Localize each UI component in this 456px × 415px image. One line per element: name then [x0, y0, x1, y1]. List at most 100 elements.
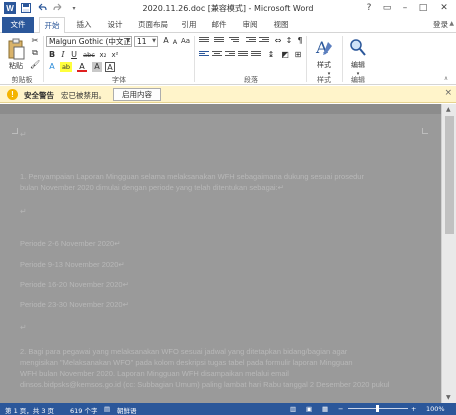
security-warning-bar: ! 安全警告 宏已被禁用。 启用内容 × — [0, 86, 456, 103]
group-paragraph: 段落 — [244, 76, 258, 84]
underline-icon[interactable]: U — [69, 50, 79, 60]
tab-mailings[interactable]: 邮件 — [208, 17, 230, 33]
read-mode-icon[interactable]: ▥ — [290, 405, 296, 413]
align-left-icon[interactable] — [199, 51, 209, 60]
web-layout-icon[interactable]: ▦ — [322, 405, 328, 413]
group-editing: 编辑 — [351, 76, 365, 84]
security-warning-title: 安全警告 — [24, 91, 54, 100]
zoom-in-icon[interactable]: + — [411, 405, 416, 413]
scroll-thumb[interactable] — [445, 116, 454, 234]
shading-icon[interactable]: ◩ — [280, 50, 290, 60]
font-name-value: Malgun Gothic (中文正 — [49, 37, 131, 46]
zoom-out-icon[interactable]: − — [338, 405, 343, 413]
separator — [43, 36, 44, 82]
warning-icon: ! — [7, 89, 18, 100]
numbering-icon[interactable] — [214, 37, 224, 46]
format-painter-icon[interactable]: 🖌 — [30, 60, 40, 70]
paragraph-mark: ↵ — [20, 207, 27, 216]
zoom-level[interactable]: 100% — [426, 405, 445, 413]
tab-design[interactable]: 设计 — [104, 17, 126, 33]
multilevel-list-icon[interactable] — [229, 37, 239, 46]
line-spacing-icon[interactable]: ↨ — [266, 50, 276, 60]
chevron-down-icon: ▼ — [126, 38, 130, 44]
borders-icon[interactable]: ⊞ — [293, 50, 303, 60]
document-line: dinsos.bidpsks@kemsos.go.id (cc: Subbagi… — [20, 380, 390, 389]
document-line: 2. Bagi para pegawai yang melaksanakan W… — [20, 347, 348, 356]
tab-references[interactable]: 引用 — [178, 17, 200, 33]
help-button[interactable]: ? — [360, 0, 378, 16]
font-size-value: 11 — [137, 37, 147, 46]
margin-mark — [12, 128, 18, 134]
document-page[interactable]: ↵ 1. Penyampaian Laporan Mingguan selama … — [0, 114, 441, 403]
word-count[interactable]: 619 个字 — [70, 405, 97, 415]
zoom-slider-thumb[interactable] — [376, 405, 379, 412]
separator — [306, 36, 307, 82]
close-button[interactable]: ✕ — [432, 0, 456, 16]
document-area: ↵ 1. Penyampaian Laporan Mingguan selama … — [0, 104, 456, 403]
minimize-button[interactable]: – — [396, 0, 414, 16]
paragraph-mark: ↵ — [20, 130, 27, 139]
tab-file[interactable]: 文件 — [2, 17, 34, 33]
vertical-scrollbar[interactable]: ▲ ▼ — [441, 104, 456, 403]
document-line: WFH bulan November 2020. Laporan Minggua… — [20, 369, 289, 378]
document-line: mengisikan "Melaksanakan WFO" pada kolom… — [20, 358, 353, 367]
character-shading-icon[interactable]: A — [92, 62, 102, 72]
maximize-button[interactable]: □ — [414, 0, 432, 16]
document-line: 1. Penyampaian Laporan Mingguan selama m… — [20, 172, 364, 181]
collapse-ribbon-caret-icon[interactable]: ∧ — [441, 74, 451, 84]
scroll-down-icon[interactable]: ▼ — [446, 394, 451, 401]
font-color-icon[interactable]: A — [77, 62, 87, 72]
tab-home[interactable]: 开始 — [39, 17, 65, 34]
document-line: Periode 16-20 November 2020↵ — [20, 280, 129, 289]
find-replace-icon[interactable] — [347, 36, 369, 60]
close-icon[interactable]: × — [444, 88, 452, 98]
justify-icon[interactable] — [238, 51, 248, 60]
superscript-icon[interactable]: x² — [110, 50, 120, 60]
italic-icon[interactable]: I — [58, 50, 68, 60]
bullets-icon[interactable] — [199, 37, 209, 46]
enable-content-button[interactable]: 启用内容 — [113, 88, 161, 101]
decrease-indent-icon[interactable] — [246, 37, 256, 46]
tab-page-layout[interactable]: 页面布局 — [135, 17, 171, 33]
sign-in-link[interactable]: 登录 — [433, 19, 448, 30]
document-line: Periode 9-13 November 2020↵ — [20, 260, 125, 269]
cut-icon[interactable]: ✂ — [30, 36, 40, 46]
tab-review[interactable]: 审阅 — [239, 17, 261, 33]
window-controls: ? ▭ – □ ✕ — [360, 0, 456, 16]
sort-icon[interactable]: ↕ — [284, 36, 294, 46]
tab-insert[interactable]: 插入 — [73, 17, 95, 33]
page-count[interactable]: 第 1 页，共 3 页 — [5, 405, 54, 415]
font-size-box[interactable]: 11 ▼ — [134, 36, 158, 47]
status-bar: 第 1 页，共 3 页 619 个字 ▤ 朝鲜语 ▥ ▣ ▦ − + 100% — [0, 403, 456, 415]
paste-button[interactable] — [6, 36, 26, 62]
increase-indent-icon[interactable] — [259, 37, 269, 46]
text-effects-icon[interactable]: A — [47, 62, 57, 72]
align-center-icon[interactable] — [212, 51, 222, 60]
ribbon-display-button[interactable]: ▭ — [378, 0, 396, 16]
print-layout-icon[interactable]: ▣ — [306, 405, 312, 413]
ribbon-tabs: 文件 开始 插入 设计 页面布局 引用 邮件 审阅 视图 登录 ▲ — [0, 17, 456, 34]
chinese-layout-icon[interactable]: ⇔ — [273, 36, 283, 46]
proofing-icon[interactable]: ▤ — [104, 405, 110, 413]
group-clipboard: 剪贴板 — [11, 76, 33, 84]
language-indicator[interactable]: 朝鲜语 — [117, 405, 137, 415]
character-border-icon[interactable]: A — [105, 62, 115, 72]
subscript-icon[interactable]: x₂ — [98, 50, 108, 60]
collapse-ribbon-icon[interactable]: ▲ — [449, 20, 454, 27]
copy-icon[interactable]: ⧉ — [30, 48, 40, 58]
distributed-icon[interactable] — [251, 51, 261, 60]
bold-icon[interactable]: B — [47, 50, 57, 60]
scroll-up-icon[interactable]: ▲ — [446, 106, 451, 113]
document-line: Periode 23-30 November 2020↵ — [20, 300, 129, 309]
font-name-box[interactable]: Malgun Gothic (中文正 ▼ — [46, 36, 132, 47]
show-marks-icon[interactable]: ¶ — [295, 36, 305, 46]
strikethrough-icon[interactable]: abc — [82, 50, 96, 60]
change-case-icon[interactable]: Aa — [179, 36, 192, 46]
document-line: Periode 2-6 November 2020↵ — [20, 239, 121, 248]
styles-gallery-icon[interactable]: A — [312, 36, 336, 60]
tab-view[interactable]: 视图 — [270, 17, 292, 33]
align-right-icon[interactable] — [225, 51, 235, 60]
highlight-icon[interactable]: ab — [60, 62, 72, 72]
group-font: 字体 — [112, 76, 126, 84]
document-line: bulan November 2020 dimulai dengan perio… — [20, 183, 284, 192]
